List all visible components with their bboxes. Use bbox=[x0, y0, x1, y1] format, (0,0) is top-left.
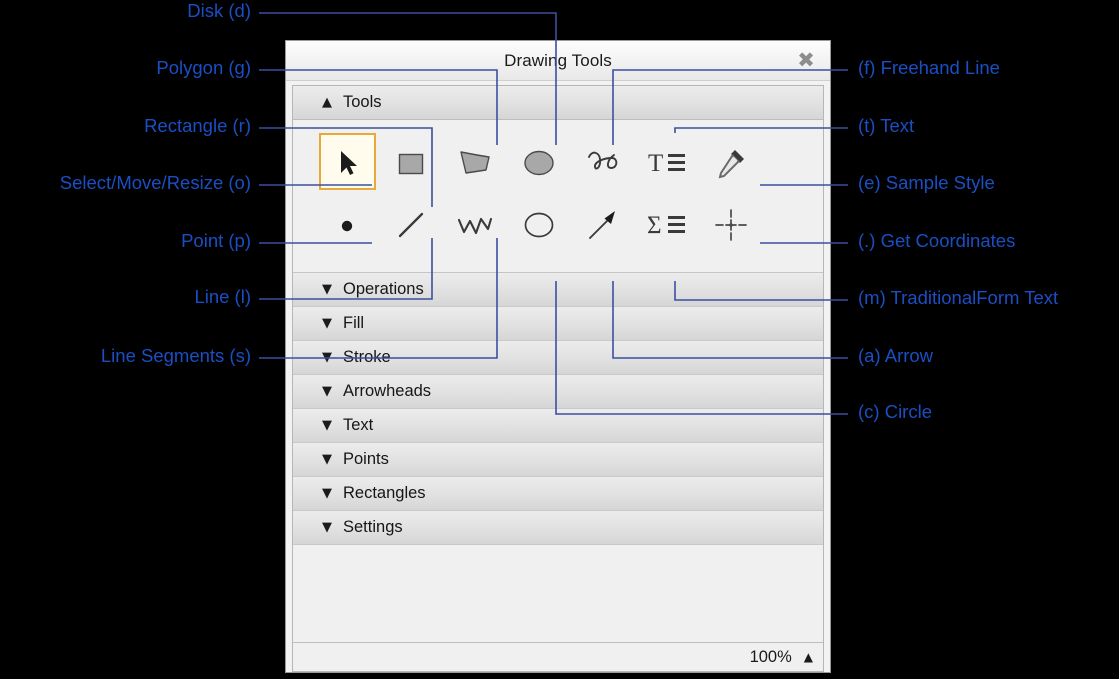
tool-rectangle[interactable] bbox=[379, 132, 443, 194]
tools-panel: ▲ Tools T Σ ▼ Operations ▼ Fill ▼ Stroke… bbox=[292, 85, 824, 642]
polygon-icon bbox=[460, 151, 490, 174]
zoom-level: 100% bbox=[749, 647, 792, 666]
anno-circle: (c) Circle bbox=[858, 401, 932, 422]
chevron-down-icon: ▼ bbox=[322, 452, 332, 467]
tool-freehand-line[interactable] bbox=[571, 132, 635, 194]
chevron-down-icon: ▼ bbox=[322, 384, 332, 399]
tool-circle[interactable] bbox=[507, 194, 571, 256]
chevron-up-icon[interactable]: ▲ bbox=[804, 650, 813, 664]
chevron-down-icon: ▼ bbox=[322, 486, 332, 501]
text-t-icon: T bbox=[648, 150, 685, 177]
tools-grid: T Σ bbox=[293, 120, 823, 273]
disk-icon bbox=[524, 150, 554, 176]
eyedropper-icon bbox=[718, 150, 744, 179]
arrow-icon bbox=[589, 211, 615, 239]
tool-text[interactable]: T bbox=[635, 132, 699, 194]
svg-text:T: T bbox=[648, 150, 663, 177]
tool-traditionalform-text[interactable]: Σ bbox=[635, 194, 699, 256]
section-header-fill[interactable]: ▼ Fill bbox=[293, 307, 823, 341]
section-label: Points bbox=[343, 450, 389, 468]
section-header-arrowheads[interactable]: ▼ Arrowheads bbox=[293, 375, 823, 409]
line-segments-icon bbox=[457, 217, 493, 235]
anno-line: Line (l) bbox=[194, 286, 251, 307]
anno-select-move-resize: Select/Move/Resize (o) bbox=[59, 172, 251, 193]
crosshair-icon bbox=[715, 209, 747, 241]
tool-disk[interactable] bbox=[507, 132, 571, 194]
section-label: Arrowheads bbox=[343, 382, 432, 400]
section-header-rectangles[interactable]: ▼ Rectangles bbox=[293, 477, 823, 511]
statusbar: 100% ▲ bbox=[292, 642, 824, 672]
tool-polygon[interactable] bbox=[443, 132, 507, 194]
section-label: Text bbox=[343, 416, 374, 434]
tool-sample-style[interactable] bbox=[699, 132, 763, 194]
anno-traditionalform-text: (m) TraditionalForm Text bbox=[858, 287, 1059, 308]
freehand-line-icon bbox=[588, 151, 618, 170]
tool-line-segments[interactable] bbox=[443, 194, 507, 256]
chevron-down-icon: ▼ bbox=[322, 316, 332, 331]
window-titlebar[interactable]: Drawing Tools ✖ bbox=[286, 41, 830, 81]
cursor-arrow-icon bbox=[341, 151, 357, 175]
section-label: Operations bbox=[343, 280, 424, 298]
section-label: Stroke bbox=[343, 348, 391, 366]
collapsed-sections: ▼ Operations ▼ Fill ▼ Stroke ▼ Arrowheads ▼ Text ▼… bbox=[293, 273, 823, 642]
anno-text: (t) Text bbox=[858, 115, 915, 136]
section-label-tools: Tools bbox=[343, 93, 382, 111]
anno-polygon: Polygon (g) bbox=[156, 57, 251, 78]
tool-line[interactable] bbox=[379, 194, 443, 256]
section-label: Fill bbox=[343, 314, 365, 332]
tool-get-coordinates[interactable] bbox=[699, 194, 763, 256]
line-icon bbox=[398, 212, 424, 238]
section-header-operations[interactable]: ▼ Operations bbox=[293, 273, 823, 307]
tool-arrow[interactable] bbox=[571, 194, 635, 256]
tool-point[interactable] bbox=[315, 194, 379, 256]
anno-rectangle: Rectangle (r) bbox=[144, 115, 251, 136]
tool-select-move-resize[interactable] bbox=[315, 132, 379, 194]
tools-row-1: T bbox=[293, 132, 823, 194]
chevron-down-icon: ▼ bbox=[322, 520, 332, 535]
section-header-text[interactable]: ▼ Text bbox=[293, 409, 823, 443]
anno-line-segments: Line Segments (s) bbox=[100, 345, 251, 366]
chevron-up-icon: ▲ bbox=[322, 95, 332, 110]
anno-freehand-line: (f) Freehand Line bbox=[858, 57, 1000, 78]
chevron-down-icon: ▼ bbox=[322, 350, 332, 365]
tools-row-2: Σ bbox=[293, 194, 823, 256]
close-icon[interactable]: ✖ bbox=[794, 49, 818, 73]
window-title: Drawing Tools bbox=[504, 50, 612, 70]
rectangle-icon bbox=[398, 153, 424, 175]
drawing-tools-window: Drawing Tools ✖ ▲ Tools T Σ ▼ Operations… bbox=[285, 40, 831, 673]
chevron-down-icon: ▼ bbox=[322, 418, 332, 433]
anno-arrow: (a) Arrow bbox=[858, 345, 934, 366]
section-label: Settings bbox=[343, 518, 403, 536]
section-label: Rectangles bbox=[343, 484, 426, 502]
circle-icon bbox=[524, 212, 554, 238]
section-header-points[interactable]: ▼ Points bbox=[293, 443, 823, 477]
section-header-tools[interactable]: ▲ Tools bbox=[293, 86, 823, 120]
anno-sample-style: (e) Sample Style bbox=[858, 172, 995, 193]
window-body: ▲ Tools T Σ ▼ Operations ▼ Fill ▼ Stroke… bbox=[286, 81, 830, 672]
anno-point: Point (p) bbox=[181, 230, 251, 251]
anno-disk: Disk (d) bbox=[187, 0, 251, 21]
svg-text:Σ: Σ bbox=[647, 212, 662, 239]
section-header-stroke[interactable]: ▼ Stroke bbox=[293, 341, 823, 375]
anno-get-coordinates: (.) Get Coordinates bbox=[858, 230, 1016, 251]
sigma-text-icon: Σ bbox=[647, 212, 685, 239]
point-dot-icon bbox=[341, 220, 353, 232]
section-header-settings[interactable]: ▼ Settings bbox=[293, 511, 823, 545]
chevron-down-icon: ▼ bbox=[322, 282, 332, 297]
